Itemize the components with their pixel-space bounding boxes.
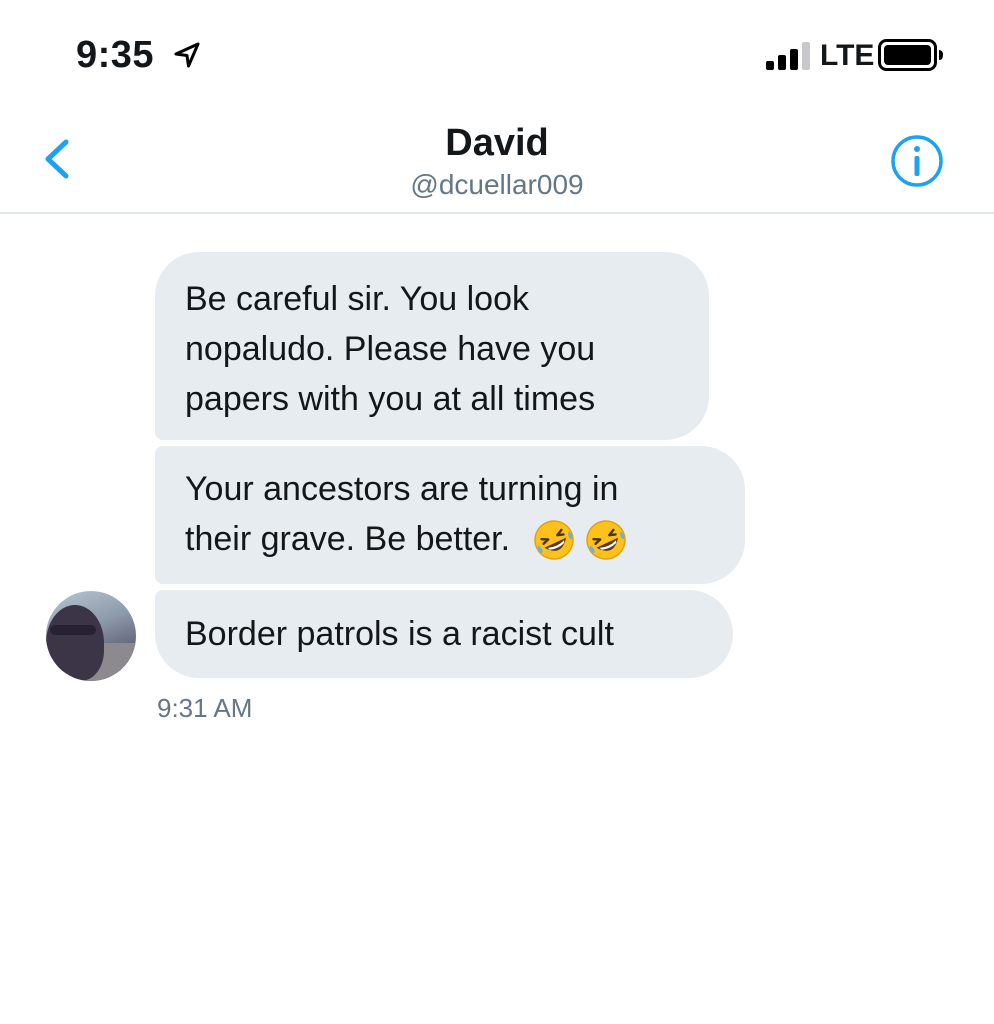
info-button[interactable] [888,132,946,190]
contact-name[interactable]: David [0,120,994,166]
message-line: Be careful sir. You look [185,280,530,318]
cellular-signal-icon [766,42,812,70]
conversation-header: David @dcuellar009 [0,110,994,214]
message-bubble[interactable]: Be careful sir. You look nopaludo. Pleas… [155,252,709,440]
message-line: nopaludo. Please have you [185,330,596,368]
message-thread[interactable]: Be careful sir. You look nopaludo. Pleas… [0,214,994,1024]
contact-handle[interactable]: @dcuellar009 [0,168,994,202]
battery-full-icon [878,39,944,71]
avatar[interactable] [46,591,136,681]
status-bar: 9:35 LTE [0,0,994,110]
message-line: papers with you at all times [185,380,596,418]
emoji-group [532,513,636,563]
message-line: their grave. Be better. [185,520,511,558]
location-arrow-icon [172,40,202,70]
message-bubble[interactable]: Your ancestors are turning in their grav… [155,446,745,584]
network-type-label: LTE [820,39,875,72]
message-bubble[interactable]: Border patrols is a racist cult [155,590,733,678]
status-time: 9:35 [76,34,155,76]
rolling-on-floor-laughing-icon [584,518,628,562]
rolling-on-floor-laughing-icon [532,518,576,562]
message-timestamp: 9:31 AM [157,693,253,723]
info-circle-icon [891,135,943,187]
message-line: Border patrols is a racist cult [185,615,614,653]
message-line: Your ancestors are turning in [185,470,619,508]
message-line-with-emoji: their grave. Be better. [185,514,715,566]
